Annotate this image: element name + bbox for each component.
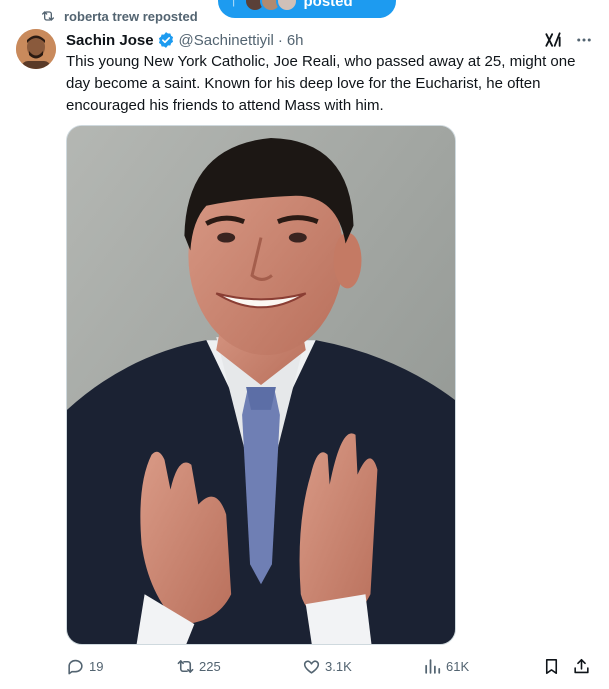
analytics-icon [425,659,441,674]
grok-icon[interactable] [543,30,563,50]
heart-icon [303,660,320,674]
reply-count: 19 [89,659,104,674]
separator-dot: · [277,31,283,49]
photo-image [67,126,455,644]
bookmark-button[interactable] [542,657,561,676]
tweet-header: Sachin Jose @Sachinettiyil · 6h [66,30,593,50]
more-icon[interactable] [575,31,593,49]
retweet-icon [177,660,194,673]
retweet-icon [42,11,54,21]
tweet-text: This young New York Catholic, Joe Reali,… [66,53,576,114]
verified-badge-icon [158,32,173,48]
author-handle[interactable]: @Sachinettiyil [179,32,274,49]
retweet-count: 225 [199,659,221,674]
reply-button[interactable]: 19 [66,657,103,676]
retweet-button[interactable]: 225 [176,657,221,676]
views-count: 61K [446,659,470,674]
new-posts-pill[interactable]: ↑ posted [218,0,396,18]
bookmark-icon [545,658,558,675]
tweet-photo[interactable] [66,125,456,645]
reply-icon [68,659,83,675]
arrow-up-icon: ↑ [230,0,238,10]
like-count: 3.1K [325,659,352,674]
share-icon [574,658,589,674]
avatar-image [16,29,56,69]
author-name[interactable]: Sachin Jose [66,32,154,49]
like-button[interactable]: 3.1K [302,657,352,676]
pill-avatars [243,0,298,12]
avatar [275,0,298,12]
repost-text[interactable]: roberta trew reposted [64,9,198,24]
new-posts-label: posted [303,0,353,10]
views-button[interactable]: 61K [423,657,469,676]
repost-indicator: roberta trew reposted [40,8,198,24]
post-time[interactable]: 6h [287,32,304,49]
author-avatar[interactable] [16,29,56,69]
tweet-actions: 19 225 3.1K 61K [66,657,594,679]
share-button[interactable] [572,657,591,676]
